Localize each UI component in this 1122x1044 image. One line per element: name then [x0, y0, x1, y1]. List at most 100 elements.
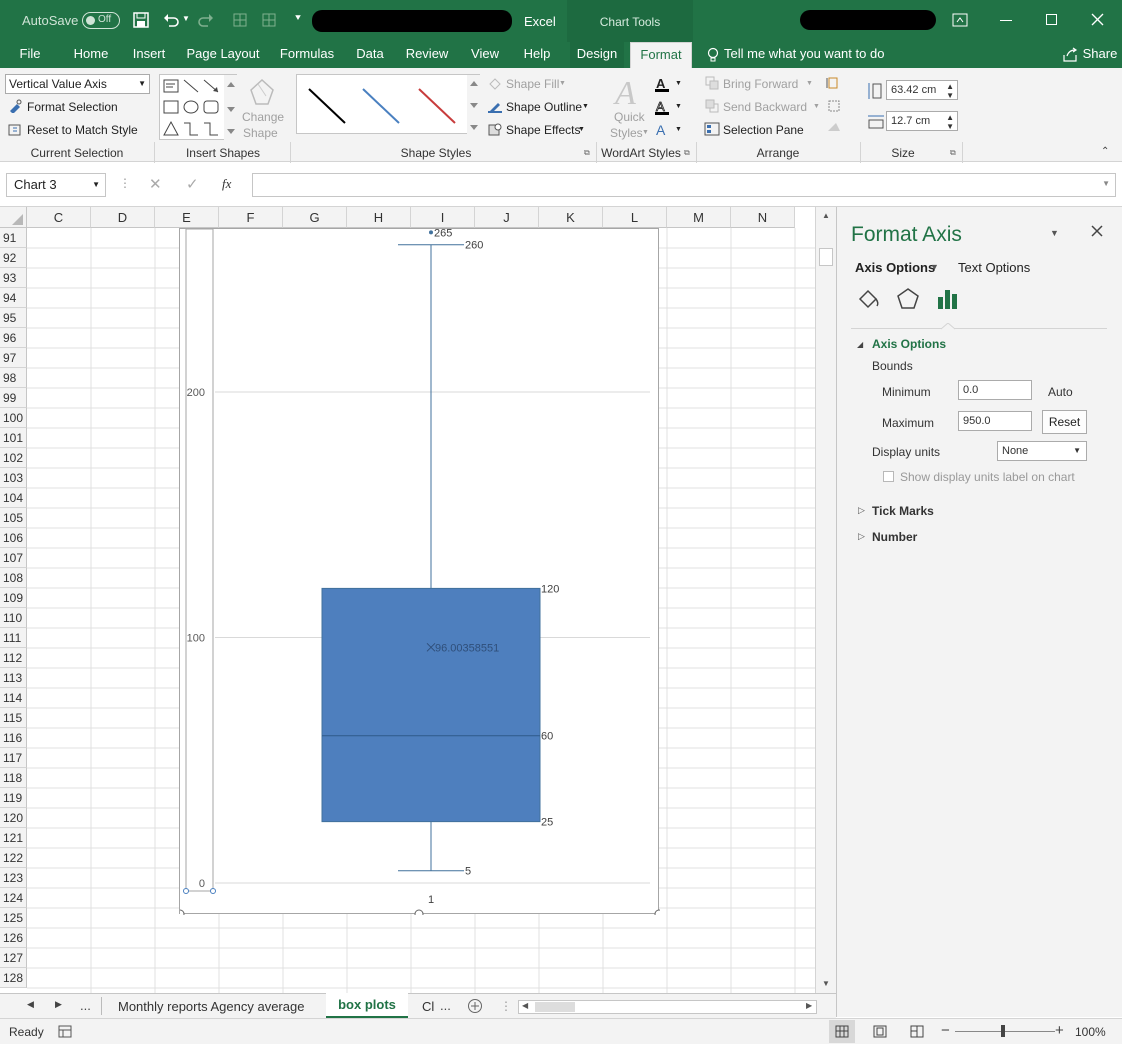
shape-effects-button[interactable]: Shape Effects: [506, 123, 581, 137]
normal-view-icon[interactable]: [835, 1025, 849, 1038]
text-fill-icon[interactable]: A: [654, 76, 670, 92]
minimum-label: Minimum: [882, 385, 931, 399]
tab-file[interactable]: File: [12, 42, 48, 68]
scroll-down-icon[interactable]: ▼: [822, 979, 830, 988]
shape-style-black[interactable]: [308, 88, 346, 124]
maximize-icon[interactable]: [1046, 14, 1057, 25]
scroll-thumb[interactable]: [819, 248, 833, 266]
text-effects-icon[interactable]: A: [654, 122, 670, 138]
text-options-tab[interactable]: Text Options: [958, 260, 1030, 275]
tab-view[interactable]: View: [464, 42, 506, 68]
box-plot-chart[interactable]: 0 100 200 260 120 60 25 5 96.00358551 265 1: [175, 227, 664, 919]
number-section[interactable]: Number: [872, 530, 917, 544]
more-sheets-right[interactable]: ...: [440, 998, 451, 1013]
zoom-level[interactable]: 100%: [1075, 1025, 1106, 1039]
minimum-input[interactable]: 0.0: [958, 380, 1032, 400]
expand-tick-marks-icon[interactable]: ▷: [858, 505, 865, 516]
tab-review[interactable]: Review: [400, 42, 454, 68]
next-sheet-icon[interactable]: ▶: [55, 999, 62, 1010]
vertical-scrollbar[interactable]: ▲ ▼: [815, 207, 836, 993]
wordart-launcher-icon[interactable]: ⧉: [684, 148, 690, 158]
shape-effects-dropdown-icon[interactable]: ▼: [578, 126, 585, 133]
page-layout-view-icon[interactable]: [873, 1025, 887, 1038]
format-selection-button[interactable]: Format Selection: [27, 100, 118, 114]
horizontal-scroll-thumb[interactable]: [535, 1002, 575, 1012]
shape-styles-gallery[interactable]: [296, 74, 481, 135]
worksheet-grid[interactable]: CDEFGHIJKLMN 91 92 93 94 95 96 97 98 99 100 101 102…: [0, 207, 836, 993]
tab-insert[interactable]: Insert: [126, 42, 172, 68]
tab-help[interactable]: Help: [516, 42, 558, 68]
shape-style-blue[interactable]: [362, 88, 400, 124]
tab-home[interactable]: Home: [66, 42, 116, 68]
shape-style-red[interactable]: [418, 88, 456, 124]
collapse-axis-options-icon[interactable]: ◢: [857, 340, 863, 349]
customize-toolbar-icon[interactable]: ⯆: [294, 13, 302, 24]
shape-outline-dropdown-icon[interactable]: ▼: [582, 103, 589, 110]
undo-dropdown-icon[interactable]: ▼: [182, 14, 190, 23]
more-sheets-left[interactable]: ...: [80, 998, 91, 1013]
macro-record-icon[interactable]: [58, 1025, 72, 1038]
horizontal-scrollbar[interactable]: ◀ ▶: [518, 1000, 817, 1014]
shape-height-input[interactable]: 63.42 cm ▲ ▼: [886, 80, 958, 100]
undo-icon[interactable]: [163, 12, 179, 28]
text-outline-icon[interactable]: A: [654, 99, 670, 115]
axis-options-tab[interactable]: Axis Options: [855, 260, 935, 275]
scroll-right-icon[interactable]: ▶: [806, 1001, 812, 1010]
zoom-slider[interactable]: [955, 1031, 1055, 1032]
zoom-slider-thumb[interactable]: [1001, 1025, 1005, 1037]
fill-line-icon[interactable]: [857, 287, 881, 311]
formula-input[interactable]: ▼: [252, 173, 1116, 197]
axis-options-chart-icon[interactable]: [936, 287, 960, 311]
pane-options-icon[interactable]: ▼: [1050, 228, 1059, 238]
axis-options-section[interactable]: Axis Options: [872, 337, 946, 351]
shapes-gallery[interactable]: [159, 74, 238, 141]
size-launcher-icon[interactable]: ⧉: [950, 148, 956, 158]
collapse-ribbon-icon[interactable]: ⌃: [1101, 146, 1109, 157]
expand-number-icon[interactable]: ▷: [858, 531, 865, 542]
tab-splitter-icon[interactable]: ⋮: [500, 999, 512, 1013]
tab-design[interactable]: Design: [570, 42, 624, 68]
selection-pane-button[interactable]: Selection Pane: [723, 123, 804, 137]
close-window-icon[interactable]: [1091, 13, 1104, 26]
chart-area[interactable]: 0 100 200 260 120 60 25 5 96.00358551 265 1: [175, 227, 664, 919]
scroll-up-icon[interactable]: ▲: [822, 211, 830, 220]
tab-data[interactable]: Data: [350, 42, 390, 68]
tab-formulas[interactable]: Formulas: [274, 42, 340, 68]
expand-formula-icon[interactable]: ▼: [1102, 179, 1110, 188]
tab-page-layout[interactable]: Page Layout: [182, 42, 264, 68]
insert-function-icon[interactable]: fx: [222, 176, 231, 192]
close-pane-icon[interactable]: [1091, 225, 1103, 237]
reset-maximum-button[interactable]: Reset: [1042, 410, 1087, 434]
name-box[interactable]: Chart 3 ▼: [6, 173, 106, 197]
minimize-icon[interactable]: [1000, 20, 1012, 21]
zoom-in-icon[interactable]: +: [1055, 1022, 1064, 1039]
autosave-toggle[interactable]: Off: [82, 12, 120, 29]
display-units-dropdown[interactable]: None ▼: [997, 441, 1087, 461]
sheet-tab-box-plots[interactable]: box plots: [326, 993, 408, 1018]
scroll-left-icon[interactable]: ◀: [522, 1001, 528, 1010]
share-button[interactable]: Share: [1080, 42, 1120, 68]
sheet-tab-monthly-reports[interactable]: Monthly reports Agency average: [118, 999, 304, 1014]
tab-format[interactable]: Format: [630, 42, 692, 68]
shape-styles-launcher-icon[interactable]: ⧉: [584, 148, 590, 158]
share-icon[interactable]: [1062, 47, 1078, 62]
shape-width-input[interactable]: 12.7 cm ▲ ▼: [886, 111, 958, 131]
zoom-out-icon[interactable]: −: [941, 1022, 950, 1039]
chart-element-dropdown[interactable]: Vertical Value Axis ▼: [5, 74, 150, 94]
tick-marks-section[interactable]: Tick Marks: [872, 504, 934, 518]
ribbon-display-icon[interactable]: [952, 13, 968, 27]
prev-sheet-icon[interactable]: ◀: [27, 999, 34, 1010]
maximum-input[interactable]: 950.0: [958, 411, 1032, 431]
new-sheet-icon[interactable]: [467, 998, 483, 1014]
reset-to-match-style-button[interactable]: Reset to Match Style: [27, 123, 138, 137]
axis-options-dropdown-icon[interactable]: ▼: [930, 262, 939, 272]
effects-icon[interactable]: [896, 287, 920, 311]
status-ready: Ready: [9, 1025, 44, 1039]
tell-me-search[interactable]: Tell me what you want to do: [724, 42, 894, 68]
page-break-view-icon[interactable]: [910, 1025, 924, 1038]
shape-fill-dropdown-icon: ▼: [559, 80, 566, 87]
maximum-label: Maximum: [882, 416, 935, 430]
shape-outline-button[interactable]: Shape Outline: [506, 100, 582, 114]
save-icon[interactable]: [133, 12, 149, 28]
sheet-tab-cl[interactable]: Cl: [422, 999, 434, 1014]
